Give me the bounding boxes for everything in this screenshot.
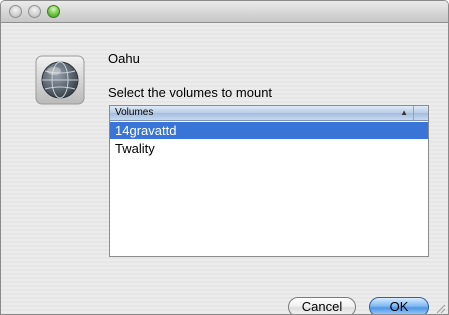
column-header-label: Volumes — [115, 107, 154, 118]
list-item[interactable]: 14gravattd — [110, 122, 428, 139]
network-globe-icon — [35, 55, 85, 105]
dialog-content: Oahu Select the volumes to mount Volumes… — [1, 23, 448, 314]
title-bar[interactable] — [1, 1, 448, 23]
column-header-volumes[interactable]: Volumes ▲ — [110, 106, 428, 121]
server-name: Oahu — [108, 51, 140, 66]
mount-volumes-window: Oahu Select the volumes to mount Volumes… — [0, 0, 449, 315]
ok-button[interactable]: OK — [369, 297, 429, 314]
prompt-label: Select the volumes to mount — [108, 85, 273, 100]
list-item[interactable]: Twality — [110, 140, 428, 157]
zoom-icon[interactable] — [47, 5, 60, 18]
resize-grip-icon[interactable] — [434, 302, 446, 314]
sort-ascending-icon: ▲ — [400, 108, 408, 117]
cancel-button[interactable]: Cancel — [288, 297, 356, 314]
close-icon[interactable] — [9, 5, 22, 18]
header-divider — [413, 106, 414, 120]
volumes-list[interactable]: Volumes ▲ 14gravattd Twality — [109, 105, 429, 257]
minimize-icon[interactable] — [28, 5, 41, 18]
